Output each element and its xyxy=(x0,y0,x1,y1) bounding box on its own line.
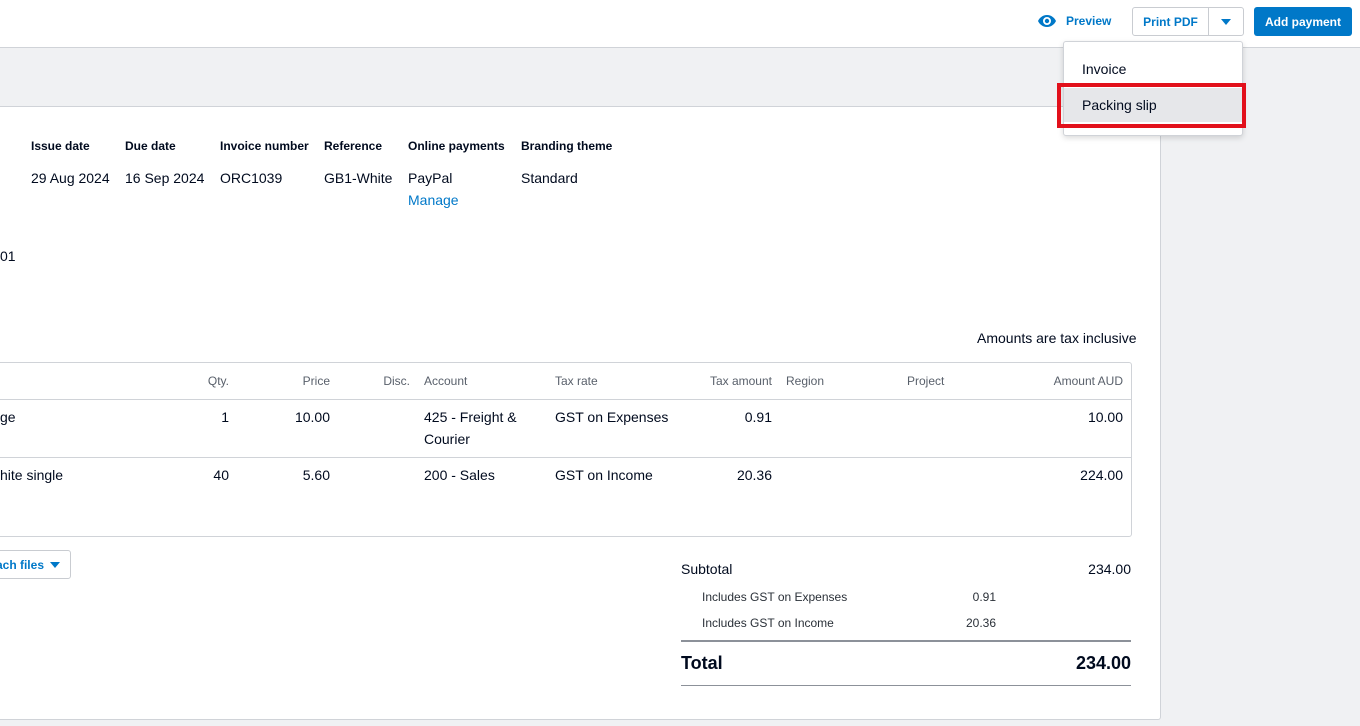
cell-account-cont: Courier xyxy=(424,431,470,447)
gst-expenses-value: 0.91 xyxy=(972,590,996,604)
table-divider xyxy=(0,399,1131,400)
col-header-amount: Amount AUD xyxy=(1053,374,1123,388)
highlight-box xyxy=(1057,83,1246,128)
cell-tax-amount: 0.91 xyxy=(744,409,772,425)
due-date-label: Due date xyxy=(125,139,176,153)
cell-tax-amount: 20.36 xyxy=(736,467,772,483)
print-pdf-button[interactable]: Print PDF xyxy=(1132,7,1209,36)
subtotal-label: Subtotal xyxy=(681,561,733,577)
invoice-number-label: Invoice number xyxy=(220,139,309,153)
partial-field-value: 01 xyxy=(0,248,16,264)
add-payment-button[interactable]: Add payment xyxy=(1254,7,1352,36)
total-value: 234.00 xyxy=(1075,653,1131,673)
preview-label: Preview xyxy=(1066,14,1112,28)
online-payments-label: Online payments xyxy=(408,139,505,153)
cell-qty: 40 xyxy=(213,467,229,483)
col-header-project: Project xyxy=(907,374,945,388)
reference-label: Reference xyxy=(324,139,383,153)
gst-income-value: 20.36 xyxy=(965,616,996,630)
attach-files-label: ach files xyxy=(0,557,44,572)
col-header-account: Account xyxy=(424,374,468,388)
cell-account: 425 - Freight & xyxy=(424,409,517,425)
attach-files-button[interactable]: ach files xyxy=(0,550,71,579)
cell-account: 200 - Sales xyxy=(424,467,495,483)
gst-income-label: Includes GST on Income xyxy=(702,616,834,630)
invoice-number-value: ORC1039 xyxy=(220,170,283,186)
total-underline xyxy=(681,685,1131,686)
cell-amount: 10.00 xyxy=(1087,409,1123,425)
cell-tax-rate: GST on Income xyxy=(555,467,653,483)
col-header-price: Price xyxy=(302,374,330,388)
cell-qty: 1 xyxy=(221,409,229,425)
eye-icon xyxy=(1038,15,1056,27)
issue-date-value: 29 Aug 2024 xyxy=(31,170,110,186)
line-items-table xyxy=(0,362,1132,537)
col-header-tax-amount: Tax amount xyxy=(709,374,772,388)
issue-date-label: Issue date xyxy=(31,139,90,153)
col-header-region: Region xyxy=(786,374,825,388)
branding-theme-label: Branding theme xyxy=(521,139,613,153)
branding-theme-value: Standard xyxy=(521,170,578,186)
online-payments-value: PayPal xyxy=(408,170,453,186)
cell-description: ge xyxy=(0,409,16,425)
tax-mode-note: Amounts are tax inclusive xyxy=(977,330,1137,346)
cell-price: 10.00 xyxy=(294,409,330,425)
reference-value: GB1-White xyxy=(324,170,393,186)
caret-down-icon xyxy=(50,561,60,568)
col-header-qty: Qty. xyxy=(207,374,229,388)
cell-description: hite single xyxy=(0,467,64,483)
print-options-toggle[interactable] xyxy=(1208,7,1244,36)
cell-tax-rate: GST on Expenses xyxy=(555,409,669,425)
table-divider xyxy=(0,457,1131,458)
gst-expenses-label: Includes GST on Expenses xyxy=(702,590,848,604)
col-header-tax-rate: Tax rate xyxy=(555,374,598,388)
cell-price: 5.60 xyxy=(302,467,330,483)
due-date-value: 16 Sep 2024 xyxy=(125,170,205,186)
manage-payments-link[interactable]: Manage xyxy=(408,192,459,208)
cell-amount: 224.00 xyxy=(1080,467,1123,483)
total-label: Total xyxy=(681,653,723,673)
col-header-disc: Disc. xyxy=(383,374,410,388)
subtotal-value: 234.00 xyxy=(1088,561,1131,577)
caret-down-icon xyxy=(1221,18,1231,25)
total-divider xyxy=(681,640,1131,642)
menu-item-invoice[interactable]: Invoice xyxy=(1064,52,1242,86)
preview-button[interactable]: Preview xyxy=(1038,12,1111,30)
